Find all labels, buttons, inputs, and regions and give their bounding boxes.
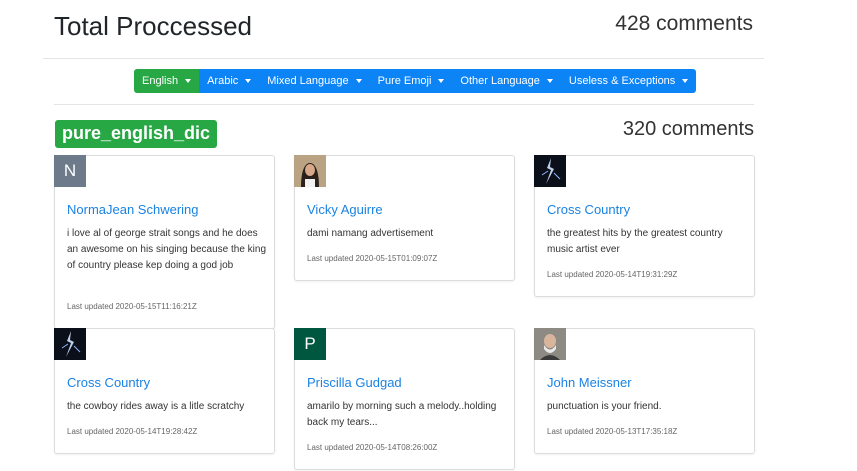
- caret-down-icon: [438, 79, 445, 83]
- comment-text: amarilo by morning such a melody..holdin…: [307, 401, 497, 428]
- last-updated: Last updated 2020-05-15T01:09:07Z: [307, 254, 438, 263]
- section-comment-count: 320 comments: [622, 118, 754, 140]
- section-divider: [54, 104, 754, 105]
- nav-mixed-language[interactable]: Mixed Language: [259, 69, 370, 93]
- comment-card: John Meissner punctuation is your friend…: [534, 328, 755, 454]
- comment-card: Cross Country the greatest hits by the g…: [534, 155, 755, 297]
- caret-down-icon: [245, 79, 252, 83]
- avatar: P: [294, 328, 326, 360]
- nav-label: English: [142, 75, 179, 87]
- comment-text: the cowboy rides away is a litle scratch…: [67, 401, 245, 412]
- author-name-link[interactable]: John Meissner: [547, 375, 632, 390]
- caret-down-icon: [355, 79, 362, 83]
- lightning-photo-icon: [534, 155, 566, 187]
- nav-arabic[interactable]: Arabic: [199, 69, 260, 93]
- nav-useless-exceptions[interactable]: Useless & Exceptions: [560, 69, 697, 93]
- author-name-link[interactable]: NormaJean Schwering: [67, 202, 199, 217]
- author-name-link[interactable]: Priscilla Gudgad: [307, 375, 402, 390]
- caret-down-icon: [185, 79, 192, 83]
- comment-card: N NormaJean Schwering i love al of georg…: [54, 155, 275, 329]
- last-updated: Last updated 2020-05-14T19:31:29Z: [547, 270, 678, 279]
- comment-text: punctuation is your friend.: [547, 401, 662, 412]
- comment-card: Vicky Aguirre dami namang advertisement …: [294, 155, 515, 281]
- nav-pure-emoji[interactable]: Pure Emoji: [369, 69, 453, 93]
- comment-text: i love al of george strait songs and he …: [67, 228, 267, 271]
- caret-down-icon: [682, 79, 689, 83]
- woman-photo-icon: [294, 155, 326, 187]
- nav-label: Useless & Exceptions: [568, 75, 676, 87]
- author-name-link[interactable]: Cross Country: [67, 375, 150, 390]
- language-filter-nav: English Arabic Mixed Language Pure Emoji…: [134, 69, 697, 93]
- avatar: N: [54, 155, 86, 187]
- author-name-link[interactable]: Vicky Aguirre: [307, 202, 383, 217]
- nav-other-language[interactable]: Other Language: [452, 69, 561, 93]
- last-updated: Last updated 2020-05-13T17:35:18Z: [547, 427, 678, 436]
- nav-label: Arabic: [207, 75, 239, 87]
- lightning-photo-icon: [54, 328, 86, 360]
- nav-label: Mixed Language: [267, 75, 349, 87]
- author-name-link[interactable]: Cross Country: [547, 202, 630, 217]
- comment-card: P Priscilla Gudgad amarilo by morning su…: [294, 328, 515, 470]
- nav-english[interactable]: English: [134, 69, 200, 93]
- comment-text: dami namang advertisement: [307, 228, 434, 239]
- page-title: Total Proccessed: [54, 11, 252, 41]
- nav-label: Other Language: [460, 75, 540, 87]
- last-updated: Last updated 2020-05-14T08:26:00Z: [307, 443, 438, 452]
- total-comment-count: 428 comments: [615, 12, 753, 35]
- last-updated: Last updated 2020-05-15T11:16:21Z: [67, 302, 197, 311]
- page-header: Total Proccessed 428 comments: [43, 0, 764, 59]
- section-badge: pure_english_dic: [55, 120, 218, 148]
- comment-card: Cross Country the cowboy rides away is a…: [54, 328, 275, 454]
- last-updated: Last updated 2020-05-14T19:28:42Z: [67, 427, 198, 436]
- comment-text: the greatest hits by the greatest countr…: [547, 228, 723, 255]
- nav-label: Pure Emoji: [377, 75, 432, 87]
- caret-down-icon: [546, 79, 553, 83]
- man-photo-icon: [534, 328, 566, 360]
